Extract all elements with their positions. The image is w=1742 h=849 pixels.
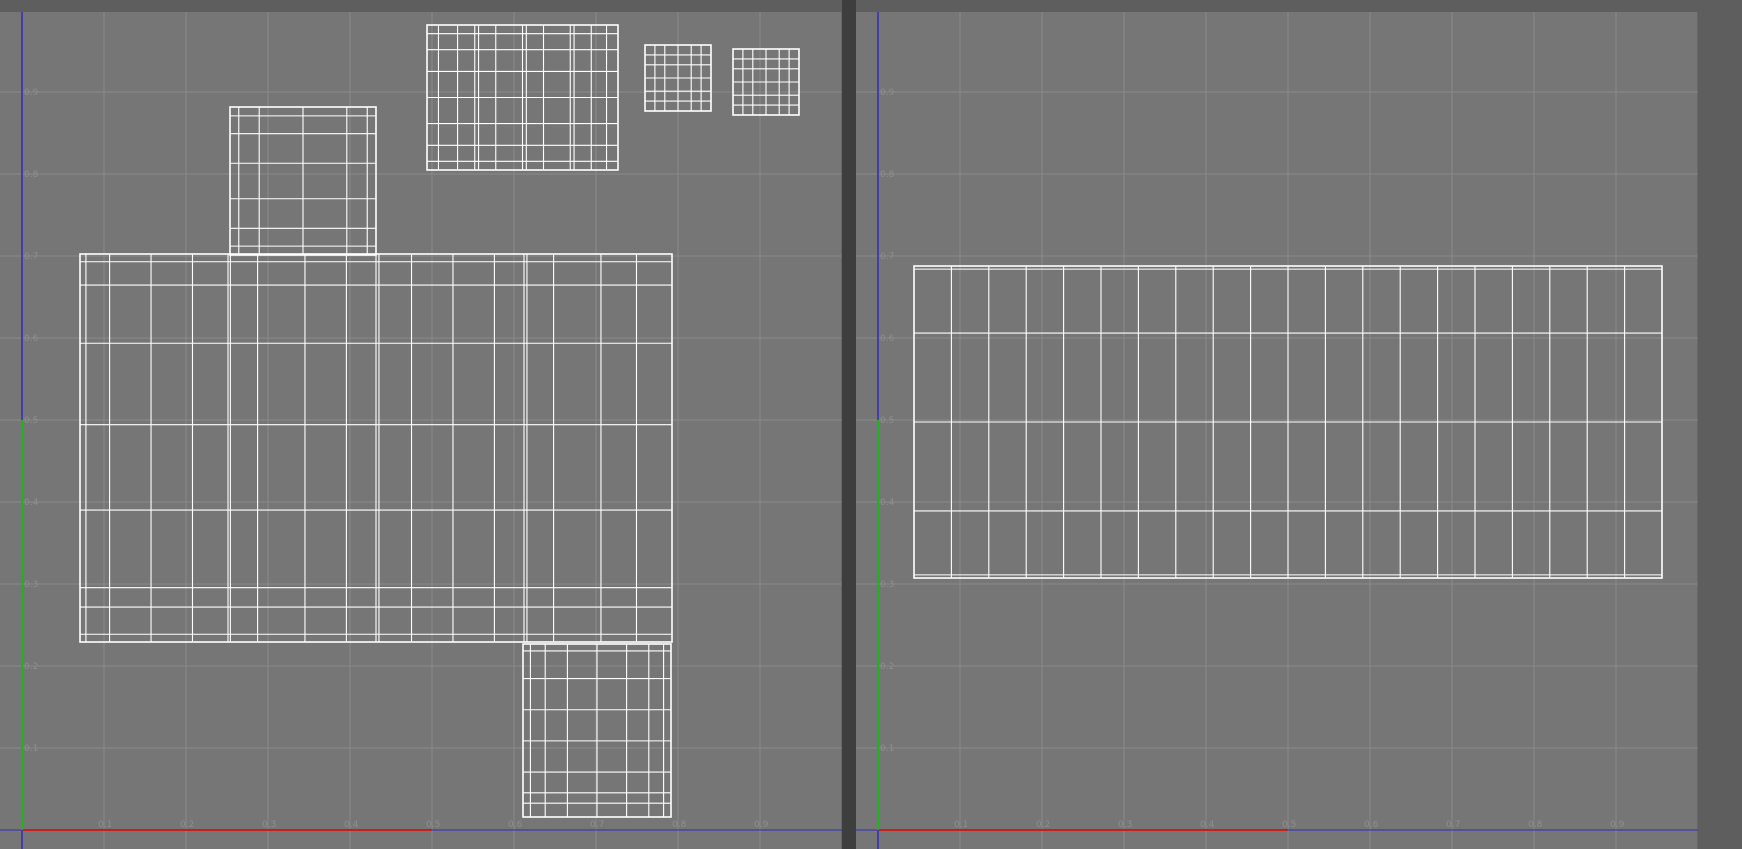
u-tick-label: 0.8 — [1528, 820, 1543, 830]
uv-island-top — [229, 106, 377, 256]
uv-island-strip — [913, 265, 1663, 579]
v-tick-label: 0.9 — [880, 88, 895, 98]
u-tick-label: 0.2 — [1036, 820, 1050, 830]
uv-island-lower — [522, 643, 672, 818]
uv-canvas-right[interactable]: 0.1 0.2 0.3 0.4 0.5 0.6 0.7 0.8 0.9 0.1 0.2 0.3 0.4 0… — [856, 12, 1698, 849]
u-tick-label: 0.4 — [1200, 820, 1215, 830]
v-tick-label: 0.7 — [880, 252, 894, 262]
u-tick-label: 0.7 — [590, 820, 604, 830]
u-tick-label: 0.3 — [262, 820, 276, 830]
u-tick-label: 0.2 — [180, 820, 194, 830]
uv-island-small-1 — [426, 24, 619, 171]
u-tick-label: 0.3 — [1118, 820, 1132, 830]
u-tick-label: 0.4 — [344, 820, 359, 830]
u-tick-label: 0.5 — [1282, 820, 1296, 830]
uv-viewport-left[interactable]: 0.1 0.2 0.3 0.4 0.5 0.6 0.7 0.8 0.9 0.1 0.2 0.3 0.4 0… — [0, 12, 842, 849]
v-tick-label: 0.3 — [880, 580, 894, 590]
uv-island-small-2 — [644, 44, 712, 112]
v-tick-label: 0.2 — [24, 662, 38, 672]
v-tick-label: 0.6 — [880, 334, 895, 344]
uv-island-small-3 — [732, 48, 800, 116]
v-tick-label: 0.3 — [24, 580, 38, 590]
v-tick-label: 0.1 — [880, 744, 894, 754]
uv-canvas-left[interactable]: 0.1 0.2 0.3 0.4 0.5 0.6 0.7 0.8 0.9 0.1 0.2 0.3 0.4 0… — [0, 12, 842, 849]
v-tick-label: 0.9 — [24, 88, 39, 98]
v-tick-label: 0.5 — [880, 416, 894, 426]
v-tick-label: 0.1 — [24, 744, 38, 754]
viewport-divider[interactable] — [842, 0, 856, 849]
u-tick-label: 0.9 — [1610, 820, 1625, 830]
uv-editor: 0.1 0.2 0.3 0.4 0.5 0.6 0.7 0.8 0.9 0.1 0.2 0.3 0.4 0… — [0, 0, 1742, 849]
v-tick-label: 0.8 — [880, 170, 895, 180]
u-tick-label: 0.7 — [1446, 820, 1460, 830]
v-tick-label: 0.8 — [24, 170, 39, 180]
v-tick-label: 0.4 — [880, 498, 895, 508]
u-tick-label: 0.6 — [508, 820, 523, 830]
u-tick-label: 0.6 — [1364, 820, 1379, 830]
u-tick-label: 0.5 — [426, 820, 440, 830]
u-tick-label: 0.1 — [954, 820, 968, 830]
v-tick-label: 0.2 — [880, 662, 894, 672]
u-tick-label: 0.8 — [672, 820, 687, 830]
v-tick-label: 0.6 — [24, 334, 39, 344]
u-tick-label: 0.9 — [754, 820, 769, 830]
v-tick-label: 0.7 — [24, 252, 38, 262]
v-tick-label: 0.4 — [24, 498, 39, 508]
uv-viewport-right[interactable]: 0.1 0.2 0.3 0.4 0.5 0.6 0.7 0.8 0.9 0.1 0.2 0.3 0.4 0… — [856, 12, 1698, 849]
v-tick-label: 0.5 — [24, 416, 38, 426]
u-tick-label: 0.1 — [98, 820, 112, 830]
